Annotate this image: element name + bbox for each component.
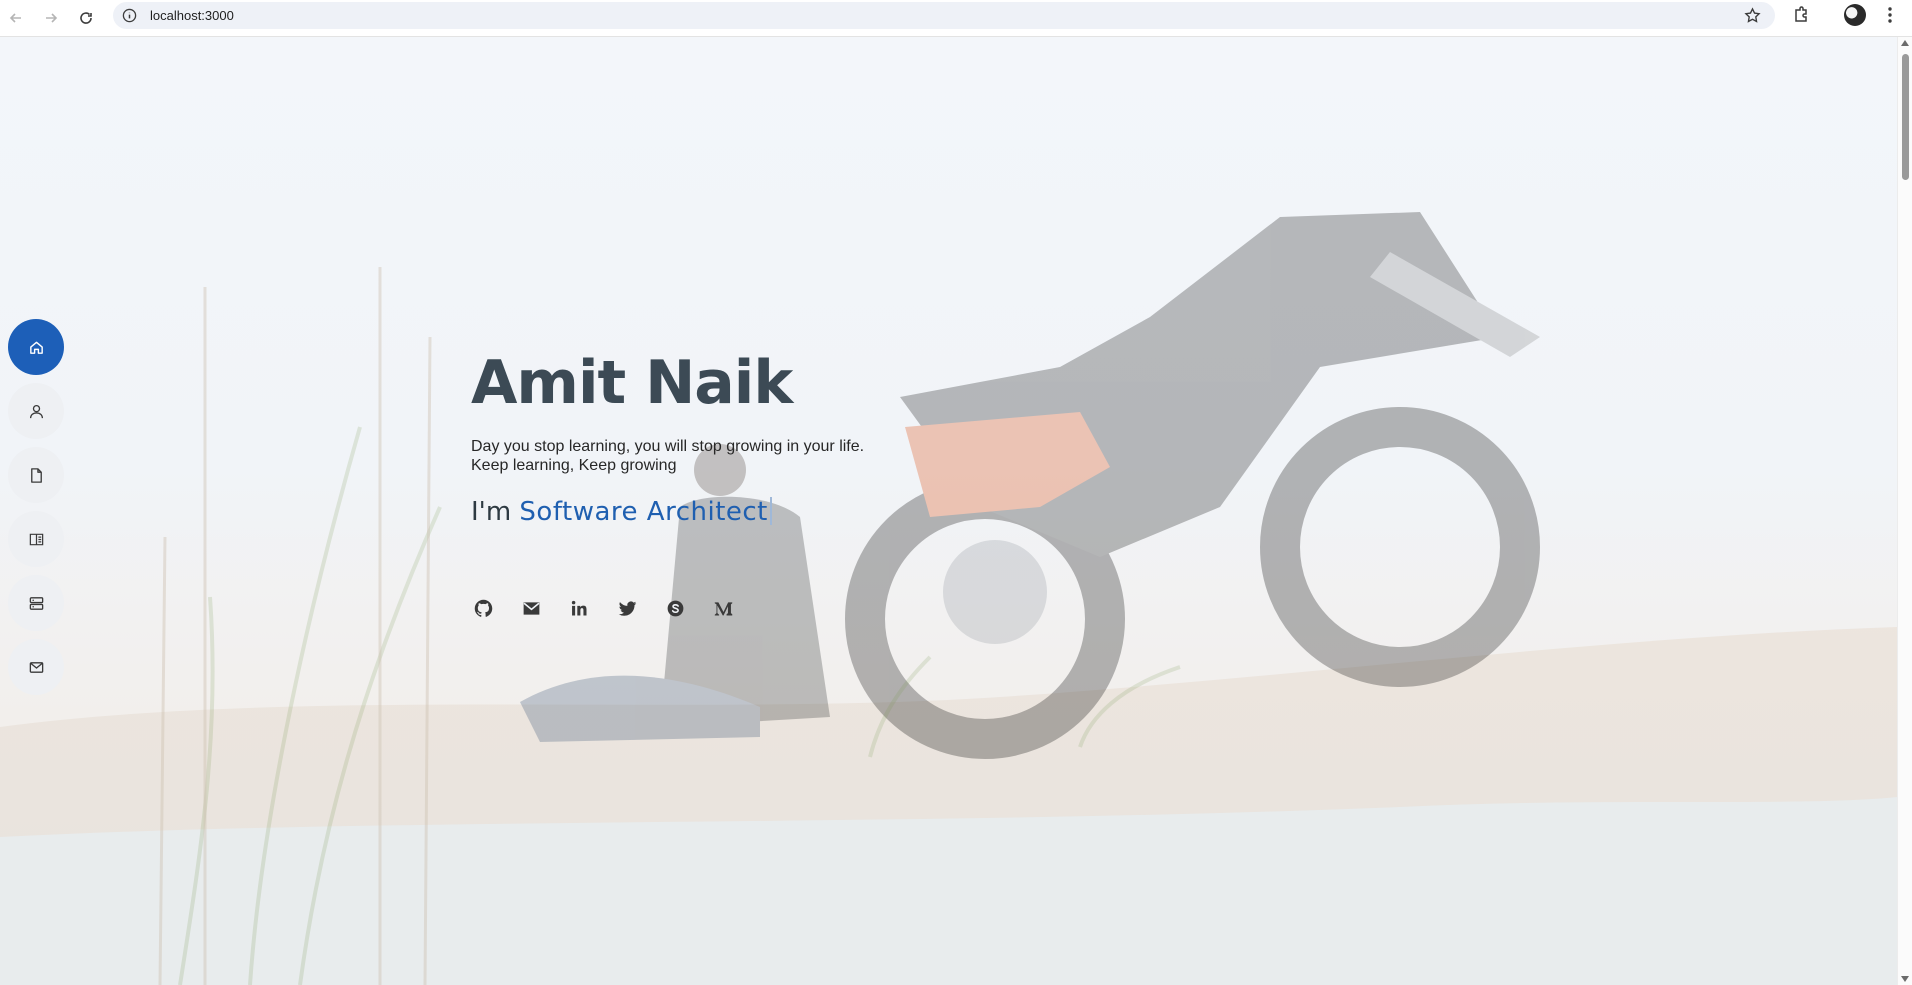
- forward-button[interactable]: [37, 4, 65, 32]
- nav-services-button[interactable]: [8, 575, 64, 631]
- linkedin-link[interactable]: [567, 596, 591, 620]
- skype-icon: [667, 600, 683, 616]
- github-icon: [474, 599, 492, 617]
- skype-link[interactable]: [663, 596, 687, 620]
- nav-home-button[interactable]: [8, 319, 64, 375]
- vertical-scrollbar[interactable]: [1897, 37, 1912, 985]
- nav-about-button[interactable]: [8, 383, 64, 439]
- hero-name: Amit Naik: [471, 348, 793, 418]
- nav-portfolio-button[interactable]: [8, 511, 64, 567]
- reload-button[interactable]: [72, 4, 100, 32]
- nav-resume-button[interactable]: [8, 447, 64, 503]
- linkedin-icon: [571, 600, 586, 615]
- back-button[interactable]: [2, 4, 30, 32]
- home-icon: [29, 341, 43, 354]
- site-info-icon[interactable]: [122, 8, 137, 23]
- envelope-icon: [523, 601, 539, 615]
- scroll-up-arrow-icon[interactable]: [1901, 40, 1909, 46]
- hero-quote-line-2: Keep learning, Keep growing: [471, 457, 677, 474]
- back-arrow-icon: [9, 13, 21, 23]
- twitter-link[interactable]: [615, 596, 639, 620]
- nav-contact-button[interactable]: [8, 639, 64, 695]
- hero-quote-line-1: Day you stop learning, you will stop gro…: [471, 438, 865, 455]
- kebab-menu-icon[interactable]: [1879, 4, 1901, 26]
- document-icon: [30, 467, 42, 483]
- typing-cursor: [769, 497, 772, 525]
- extensions-icon[interactable]: [1790, 4, 1812, 26]
- medium-icon: [714, 601, 732, 615]
- reload-icon: [80, 12, 92, 24]
- role-prefix: I'm: [471, 497, 520, 527]
- twitter-icon: [618, 600, 636, 616]
- hero-quote: Day you stop learning, you will stop gro…: [471, 437, 991, 475]
- typed-role: Software Architect: [519, 497, 768, 527]
- forward-arrow-icon: [46, 13, 58, 23]
- scroll-down-arrow-icon[interactable]: [1901, 976, 1909, 982]
- book-icon: [29, 533, 43, 545]
- address-bar[interactable]: localhost:3000: [113, 2, 1775, 29]
- hero-background-photo: [0, 212, 1897, 985]
- email-link[interactable]: [519, 596, 543, 620]
- medium-link[interactable]: [711, 596, 735, 620]
- hero-role-line: I'm Software Architect: [471, 497, 772, 527]
- user-icon: [29, 404, 43, 418]
- server-icon: [29, 596, 43, 610]
- page-viewport: [0, 37, 1897, 985]
- url-text[interactable]: localhost:3000: [150, 8, 234, 23]
- browser-toolbar: localhost:3000: [0, 0, 1912, 37]
- github-link[interactable]: [471, 596, 495, 620]
- scroll-thumb[interactable]: [1902, 54, 1909, 180]
- envelope-icon: [29, 661, 43, 673]
- bookmark-star-icon[interactable]: [1744, 7, 1761, 24]
- profile-avatar[interactable]: [1844, 4, 1866, 26]
